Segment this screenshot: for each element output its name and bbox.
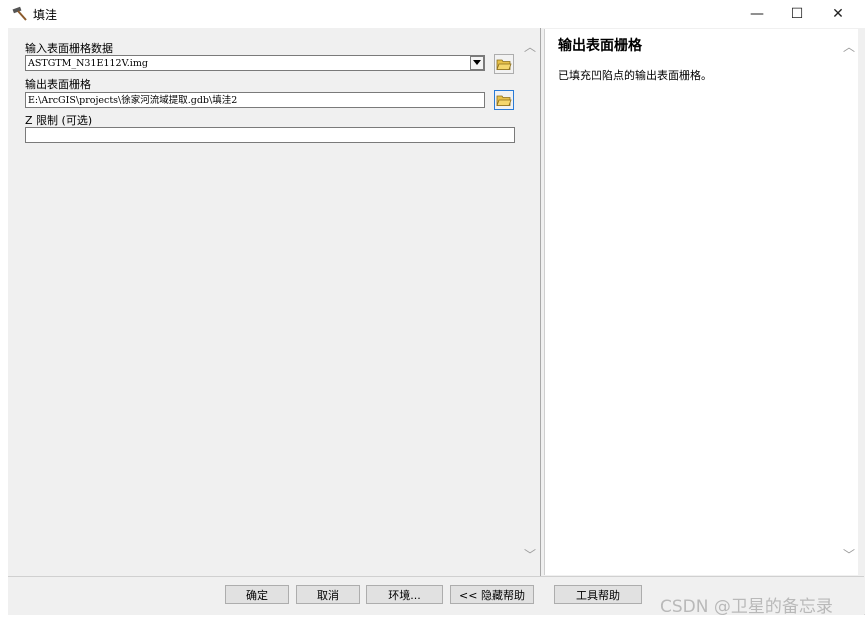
watermark: CSDN @卫星的备忘录 xyxy=(660,597,833,617)
scroll-up-icon[interactable]: ︿ xyxy=(842,40,856,54)
hammer-icon xyxy=(12,6,27,21)
help-pane xyxy=(544,29,858,575)
z-limit-label: Z 限制 (可选) xyxy=(25,114,93,127)
chevron-down-icon xyxy=(473,60,481,65)
help-scrollbar[interactable]: ︿ ﹀ xyxy=(842,36,856,566)
input-raster-label: 输入表面栅格数据 xyxy=(25,42,113,55)
close-button[interactable]: ✕ xyxy=(818,0,858,28)
output-raster-label: 输出表面栅格 xyxy=(25,78,91,91)
maximize-button[interactable]: ☐ xyxy=(777,0,817,28)
tool-help-button[interactable]: 工具帮助 xyxy=(554,585,642,604)
input-raster-dropdown[interactable] xyxy=(470,56,484,70)
help-description: 已填充凹陷点的输出表面栅格。 xyxy=(558,69,712,82)
parameter-pane xyxy=(8,28,541,576)
input-browse-button[interactable] xyxy=(494,54,514,74)
input-raster-combo[interactable]: ASTGTM_N31E112V.img xyxy=(25,55,485,71)
title-bar: 填洼 — ☐ ✕ xyxy=(0,0,865,28)
help-title: 输出表面栅格 xyxy=(558,38,642,54)
z-limit-field[interactable] xyxy=(25,127,515,143)
environments-button[interactable]: 环境... xyxy=(366,585,443,604)
cancel-button[interactable]: 取消 xyxy=(296,585,360,604)
scroll-down-icon[interactable]: ﹀ xyxy=(523,548,537,562)
hide-help-button[interactable]: << 隐藏帮助 xyxy=(450,585,534,604)
ok-button[interactable]: 确定 xyxy=(225,585,289,604)
scroll-up-icon[interactable]: ︿ xyxy=(523,40,537,54)
parameter-scrollbar[interactable]: ︿ ﹀ xyxy=(523,36,537,566)
open-folder-icon xyxy=(496,95,512,106)
open-folder-icon xyxy=(496,59,512,70)
output-raster-field[interactable]: E:\ArcGIS\projects\徐家河流域提取.gdb\填洼2 xyxy=(25,92,485,108)
minimize-button[interactable]: — xyxy=(737,0,777,28)
output-browse-button[interactable] xyxy=(494,90,514,110)
scroll-down-icon[interactable]: ﹀ xyxy=(842,548,856,562)
window-title: 填洼 xyxy=(33,8,58,22)
